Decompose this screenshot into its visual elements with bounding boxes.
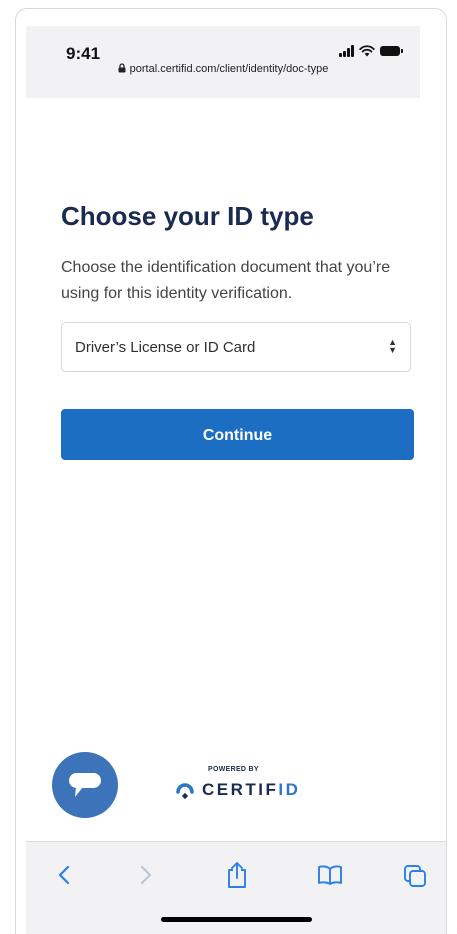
id-type-select[interactable]: Driver’s License or ID Card ▲ ▼ — [61, 322, 411, 372]
forward-icon[interactable] — [139, 864, 153, 886]
bookmarks-icon[interactable] — [317, 864, 343, 886]
status-time: 9:41 — [66, 44, 101, 63]
back-icon[interactable] — [57, 864, 71, 886]
tabs-icon[interactable] — [403, 864, 427, 888]
browser-toolbar — [26, 841, 446, 934]
chat-button[interactable] — [52, 752, 118, 818]
status-icons — [339, 45, 403, 57]
select-arrows-icon: ▲ ▼ — [388, 337, 397, 355]
continue-button[interactable]: Continue — [61, 409, 414, 460]
lock-icon — [118, 63, 126, 73]
page-description: Choose the identification document that … — [61, 259, 391, 302]
certifid-wordmark: CERTIFID — [202, 780, 301, 799]
share-icon[interactable] — [226, 861, 248, 889]
address-bar[interactable]: portal.certifid.com/client/identity/doc-… — [26, 63, 420, 75]
certifid-logo: CERTIFID — [174, 779, 304, 801]
home-indicator — [161, 917, 312, 922]
browser-status-area: 9:41 portal.certifid.com/client/identity… — [26, 26, 420, 98]
phone-frame: 9:41 portal.certifid.com/client/identity… — [15, 8, 447, 934]
url-text: portal.certifid.com/client/identity/doc-… — [129, 63, 329, 75]
chat-bubble-icon — [69, 773, 101, 797]
certifid-logo-icon — [176, 783, 194, 800]
powered-by-certifid: POWERED BY CERTIFID — [174, 766, 304, 801]
powered-by-label: POWERED BY — [208, 766, 259, 773]
id-type-selected-value: Driver’s License or ID Card — [75, 339, 256, 356]
wifi-icon — [359, 45, 375, 57]
battery-icon — [380, 46, 403, 56]
page-title: Choose your ID type — [61, 201, 314, 231]
signal-icon — [339, 45, 354, 57]
